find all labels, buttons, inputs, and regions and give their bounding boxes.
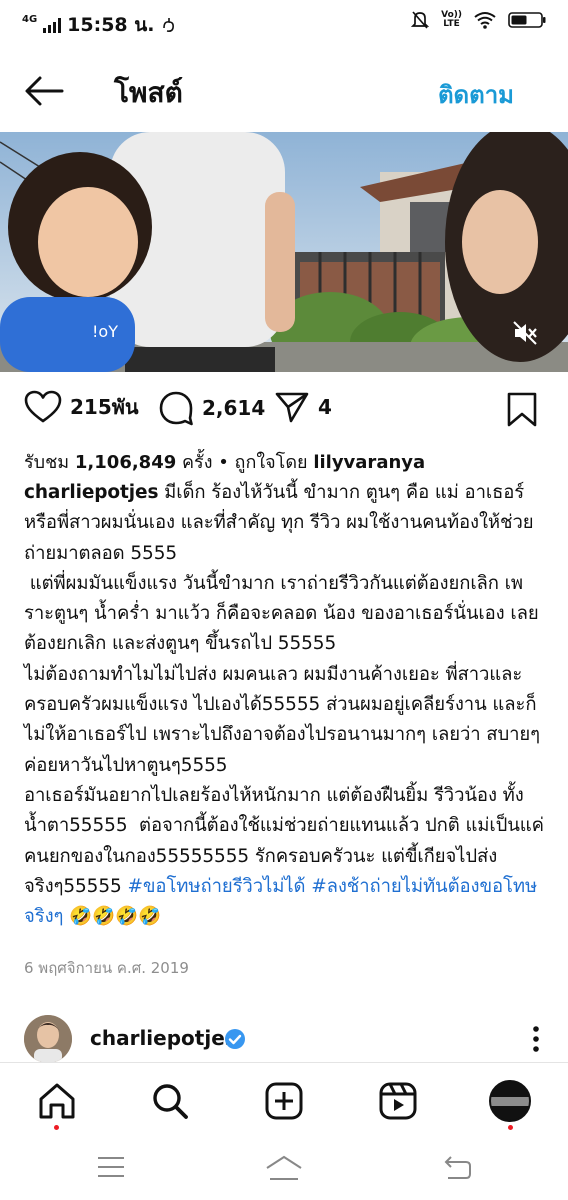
back-arrow-icon	[25, 76, 64, 106]
video-frame: !oY	[0, 132, 568, 372]
comment-preview: charliepotjes	[0, 1012, 568, 1066]
bookmark-icon	[507, 392, 537, 427]
status-bar: 4G 15:58 น. Vo)) LTE	[0, 0, 568, 44]
notification-dot	[54, 1125, 59, 1130]
signal-icon	[43, 17, 62, 33]
liked-by-user[interactable]: lilyvaranya	[313, 452, 425, 473]
nav-search[interactable]	[148, 1079, 192, 1123]
nav-home[interactable]	[35, 1079, 79, 1130]
bookmark-button[interactable]	[506, 392, 538, 432]
home-icon	[39, 1083, 75, 1119]
post-header: โพสต์ ติดตาม	[0, 55, 568, 125]
status-left: 4G 15:58 น.	[22, 10, 178, 40]
system-home-icon[interactable]	[264, 1154, 304, 1182]
view-count-line: รับชม 1,106,849 ครั้ง • ถูกใจโดย lilyvar…	[24, 447, 425, 476]
share-count: 4	[318, 395, 332, 419]
avatar[interactable]	[24, 1015, 72, 1063]
wifi-icon	[474, 12, 496, 29]
follow-button[interactable]: ติดตาม	[438, 75, 514, 114]
caption-emojis: 🤣🤣🤣🤣	[63, 906, 161, 928]
post-date: 6 พฤศจิกายน ค.ศ. 2019	[24, 959, 189, 977]
back-button[interactable]	[22, 69, 66, 113]
svg-text:!oY: !oY	[92, 322, 118, 341]
menu-icon[interactable]	[96, 1154, 126, 1180]
nav-reels[interactable]	[376, 1079, 420, 1123]
like-count: 215พัน	[70, 395, 139, 419]
reels-icon	[379, 1082, 417, 1120]
avatar-image	[24, 1015, 72, 1063]
caption-text: มีเด็ก ร้องไห้วันนี้ ขำมาก ตูนๆ คือ แม่ …	[24, 482, 544, 897]
comment-button[interactable]: 2,614	[158, 390, 265, 426]
comment-username[interactable]: charliepotjes	[90, 1026, 237, 1050]
gesture-icon	[163, 18, 175, 32]
comment-icon	[159, 391, 193, 426]
status-right: Vo)) LTE	[411, 10, 546, 30]
system-nav-bar	[0, 1136, 568, 1200]
verified-icon	[225, 1029, 245, 1049]
profile-icon	[489, 1080, 531, 1122]
post-actions: 215พัน 2,614 4	[0, 390, 568, 434]
system-back-icon[interactable]	[442, 1154, 472, 1182]
muted-bell-icon	[411, 11, 430, 29]
caption-username[interactable]: charliepotjes	[24, 482, 158, 503]
view-count: 1,106,849	[74, 452, 177, 473]
views-middle: ครั้ง • ถูกใจโดย	[176, 452, 314, 473]
hashtag-link[interactable]: #ขอโทษถ่ายรีวิวไม่ได้	[127, 876, 305, 897]
heart-icon	[24, 390, 62, 423]
post-video[interactable]: !oY	[0, 132, 568, 372]
views-prefix: รับชม	[24, 452, 75, 473]
bottom-nav	[0, 1062, 568, 1136]
nav-profile[interactable]	[488, 1079, 532, 1130]
more-icon[interactable]	[530, 1024, 542, 1054]
volte-bottom: LTE	[443, 19, 460, 29]
create-icon	[265, 1082, 303, 1120]
comment-count: 2,614	[202, 396, 266, 420]
like-button[interactable]: 215พัน	[24, 390, 139, 424]
post-caption: charliepotjes มีเด็ก ร้องไห้วันนี้ ขำมาก…	[24, 478, 550, 932]
volte-indicator: Vo)) LTE	[441, 11, 462, 29]
battery-icon	[508, 12, 546, 28]
clock: 15:58 น.	[67, 14, 155, 36]
search-icon	[153, 1084, 188, 1119]
mute-icon	[513, 321, 537, 345]
notification-dot	[508, 1125, 513, 1130]
network-type: 4G	[22, 13, 38, 25]
share-icon	[275, 392, 309, 423]
nav-create[interactable]	[262, 1079, 306, 1123]
mute-button[interactable]	[512, 320, 538, 346]
page-title: โพสต์	[114, 76, 183, 109]
share-button[interactable]: 4	[274, 390, 332, 424]
